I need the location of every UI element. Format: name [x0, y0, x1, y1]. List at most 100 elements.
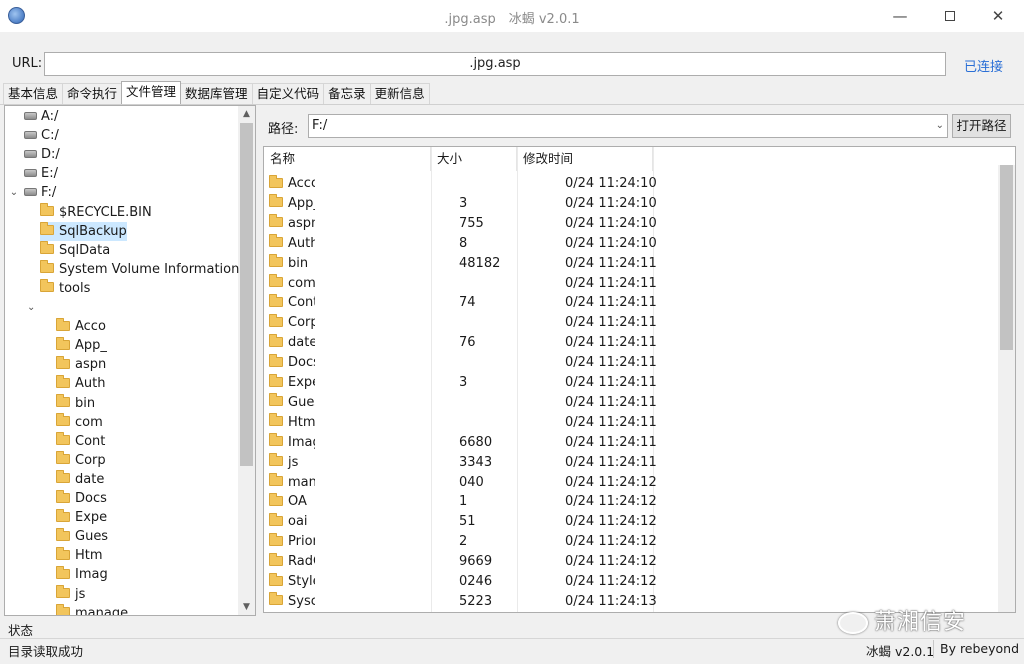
tree-scrollbar[interactable]: ▲ ▼ [238, 106, 255, 615]
file-size: 8 [459, 235, 468, 251]
tree-subfolder-item[interactable]: Docs [56, 489, 107, 508]
file-size: 040 [459, 474, 484, 490]
tree-subfolder-item[interactable]: com [56, 413, 103, 432]
tree-subfolder-item[interactable]: aspn [56, 355, 106, 374]
file-row[interactable]: Acco 0/24 11:24:10 [264, 174, 1000, 194]
file-mtime: 0/24 11:24:11 [565, 454, 657, 470]
file-name-text: Expe [288, 375, 315, 390]
scroll-down-icon[interactable]: ▼ [238, 599, 255, 615]
tree-subfolder-item[interactable]: Cont [56, 432, 105, 451]
list-scrollbar[interactable] [998, 165, 1015, 612]
tree-subfolder-item[interactable]: manage [56, 604, 128, 615]
file-mtime: 0/24 11:24:11 [565, 434, 657, 450]
file-name: mana [269, 473, 315, 493]
tab-3[interactable]: 数据库管理 [180, 83, 253, 104]
file-row[interactable]: Expe 3 0/24 11:24:11 [264, 373, 1000, 393]
url-input[interactable]: .jpg.asp [44, 52, 946, 76]
file-row[interactable]: Style 0246 0/24 11:24:12 [264, 572, 1000, 592]
file-mtime: 0/24 11:24:11 [565, 394, 657, 410]
file-row[interactable]: date 76 0/24 11:24:11 [264, 333, 1000, 353]
directory-tree[interactable]: ▲ ▼ A:/ C:/ D:/ E:/ ⌄ F:/$RECYCLE.BIN SqlBacku… [4, 105, 256, 616]
expand-toggle-icon[interactable]: ⌄ [27, 298, 35, 317]
tree-scroll-thumb[interactable] [240, 123, 253, 466]
folder-icon [269, 174, 283, 188]
file-row[interactable]: aspn 755 0/24 11:24:10 [264, 214, 1000, 234]
tab-2[interactable]: 文件管理 [121, 81, 182, 104]
status-divider [0, 638, 1024, 639]
path-combobox[interactable]: F:/ ⌄ [308, 114, 948, 138]
file-row[interactable]: App_ 3 0/24 11:24:10 [264, 194, 1000, 214]
minimize-button[interactable]: — [877, 0, 923, 32]
folder-icon [269, 393, 283, 407]
file-row[interactable]: oai 51 0/24 11:24:12 [264, 512, 1000, 532]
tree-folder-item[interactable]: SqlBackup [40, 221, 127, 241]
file-row[interactable]: RadC 9669 0/24 11:24:12 [264, 552, 1000, 572]
file-row[interactable]: Docs 0/24 11:24:11 [264, 353, 1000, 373]
folder-icon [56, 374, 70, 388]
column-header-mtime[interactable]: 修改时间 [517, 147, 653, 171]
file-list[interactable]: 名称 大小 修改时间 Acco 0/24 11:24:10 App_ 3 0/24 11… [263, 146, 1016, 613]
file-row[interactable]: Gues 0/24 11:24:11 [264, 393, 1000, 413]
open-path-button[interactable]: 打开路径 [952, 114, 1011, 138]
tree-subfolder-item[interactable]: date [56, 470, 104, 489]
chevron-down-icon[interactable]: ⌄ [936, 115, 944, 137]
tree-subfolder-item[interactable]: Gues [56, 527, 108, 546]
drive-icon [24, 187, 37, 196]
watermark: 萧湘信安 [838, 604, 966, 636]
file-row[interactable]: Imag 6680 0/24 11:24:11 [264, 433, 1000, 453]
file-row[interactable]: Prior 2 0/24 11:24:12 [264, 532, 1000, 552]
tree-drive-item[interactable]: ⌄ F:/ [10, 183, 56, 202]
title-bar: .jpg.asp 冰蝎 v2.0.1 — ✕ [0, 0, 1024, 32]
file-row[interactable]: Auth 8 0/24 11:24:10 [264, 234, 1000, 254]
tree-subfolder-item[interactable]: Expe [56, 508, 107, 527]
file-row[interactable]: Corp 0/24 11:24:11 [264, 313, 1000, 333]
column-header-name[interactable]: 名称 [264, 147, 431, 171]
file-name: js [269, 453, 315, 473]
tab-0[interactable]: 基本信息 [3, 83, 64, 104]
file-row[interactable]: Cont 74 0/24 11:24:11 [264, 293, 1000, 313]
file-row[interactable]: bin 48182 0/24 11:24:11 [264, 254, 1000, 274]
tree-item-label: bin [75, 395, 96, 411]
file-row[interactable]: comi 0/24 11:24:11 [264, 274, 1000, 294]
tree-item-label: Gues [75, 529, 109, 545]
tree-drive-item[interactable]: A:/ [24, 107, 58, 126]
tab-5[interactable]: 备忘录 [323, 83, 371, 104]
tab-1[interactable]: 命令执行 [62, 83, 123, 104]
folder-icon [269, 254, 283, 268]
status-message: 目录读取成功 [8, 644, 84, 659]
tab-6[interactable]: 更新信息 [369, 83, 430, 104]
tree-subfolder-item[interactable]: Acco [56, 317, 106, 336]
tree-subfolder-item[interactable]: Imag [56, 565, 108, 584]
tree-folder-item[interactable]: SqlData [40, 241, 110, 260]
scroll-up-icon[interactable]: ▲ [238, 106, 255, 122]
folder-icon [269, 453, 283, 467]
file-row[interactable]: mana 040 0/24 11:24:12 [264, 473, 1000, 493]
tree-folder-item[interactable]: $RECYCLE.BIN [40, 203, 152, 222]
tree-drive-item[interactable]: D:/ [24, 145, 60, 164]
folder-icon [56, 604, 70, 615]
maximize-button[interactable] [927, 0, 973, 32]
file-row[interactable]: Html 0/24 11:24:11 [264, 413, 1000, 433]
tree-drive-item[interactable]: E:/ [24, 164, 58, 183]
file-row[interactable]: js 3343 0/24 11:24:11 [264, 453, 1000, 473]
tree-subfolder-item[interactable]: Htm [56, 546, 103, 565]
tab-4[interactable]: 自定义代码 [251, 83, 325, 104]
tree-item-label: App_ [75, 338, 107, 354]
tree-drive-item[interactable]: C:/ [24, 126, 59, 145]
status-title: 状态 [8, 623, 34, 638]
column-header-size[interactable]: 大小 [431, 147, 517, 171]
list-scroll-thumb[interactable] [1000, 165, 1013, 350]
tree-item-label: Auth [75, 376, 106, 392]
tree-subfolder-item[interactable]: js [56, 585, 85, 604]
close-button[interactable]: ✕ [975, 0, 1021, 32]
expand-toggle-icon[interactable]: ⌄ [8, 183, 20, 202]
tree-subfolder-item[interactable]: bin [56, 394, 95, 413]
tree-subfolder-item[interactable]: App_ [56, 336, 107, 355]
file-row[interactable]: OA 1 0/24 11:24:12 [264, 492, 1000, 512]
tree-subfolder-item[interactable]: Auth [56, 374, 105, 393]
file-mtime: 0/24 11:24:12 [565, 574, 657, 589]
tree-subfolder-item[interactable]: Corp [56, 451, 106, 470]
tree-folder-item[interactable]: System Volume Information [40, 260, 239, 279]
tree-folder-item[interactable]: tools [40, 279, 90, 298]
file-name: Auth [269, 234, 315, 254]
